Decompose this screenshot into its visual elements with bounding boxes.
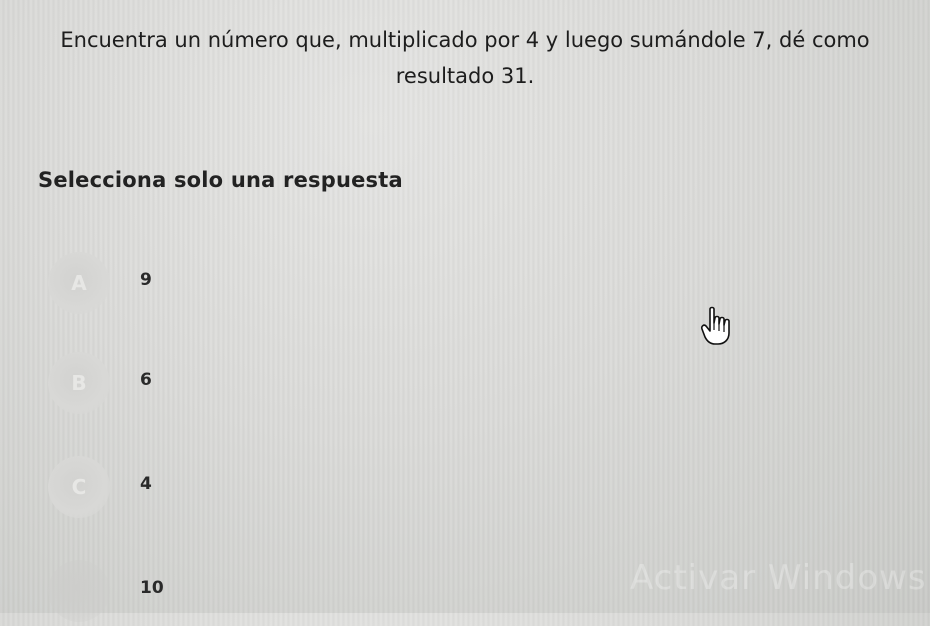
question-line-2: resultado 31. (395, 64, 535, 88)
question-line-1: Encuentra un número que, multiplicado po… (60, 28, 870, 52)
activate-windows-watermark: Activar Windows (630, 558, 927, 598)
option-letter-badge: C (48, 456, 110, 518)
option-letter-badge: B (48, 352, 110, 414)
option-value: 4 (140, 474, 152, 494)
question-text: Encuentra un número que, multiplicado po… (0, 22, 930, 94)
answer-option-d[interactable]: 10 (48, 560, 548, 626)
answer-option-c[interactable]: C 4 (48, 456, 548, 522)
answer-option-b[interactable]: B 6 (48, 352, 548, 418)
answer-option-a[interactable]: A 9 (48, 252, 548, 318)
option-value: 10 (140, 578, 164, 598)
hand-pointer-icon (700, 306, 734, 346)
option-value: 6 (140, 370, 152, 390)
instruction-label: Selecciona solo una respuesta (38, 168, 403, 192)
option-value: 9 (140, 270, 152, 290)
option-letter-badge: A (48, 252, 110, 314)
